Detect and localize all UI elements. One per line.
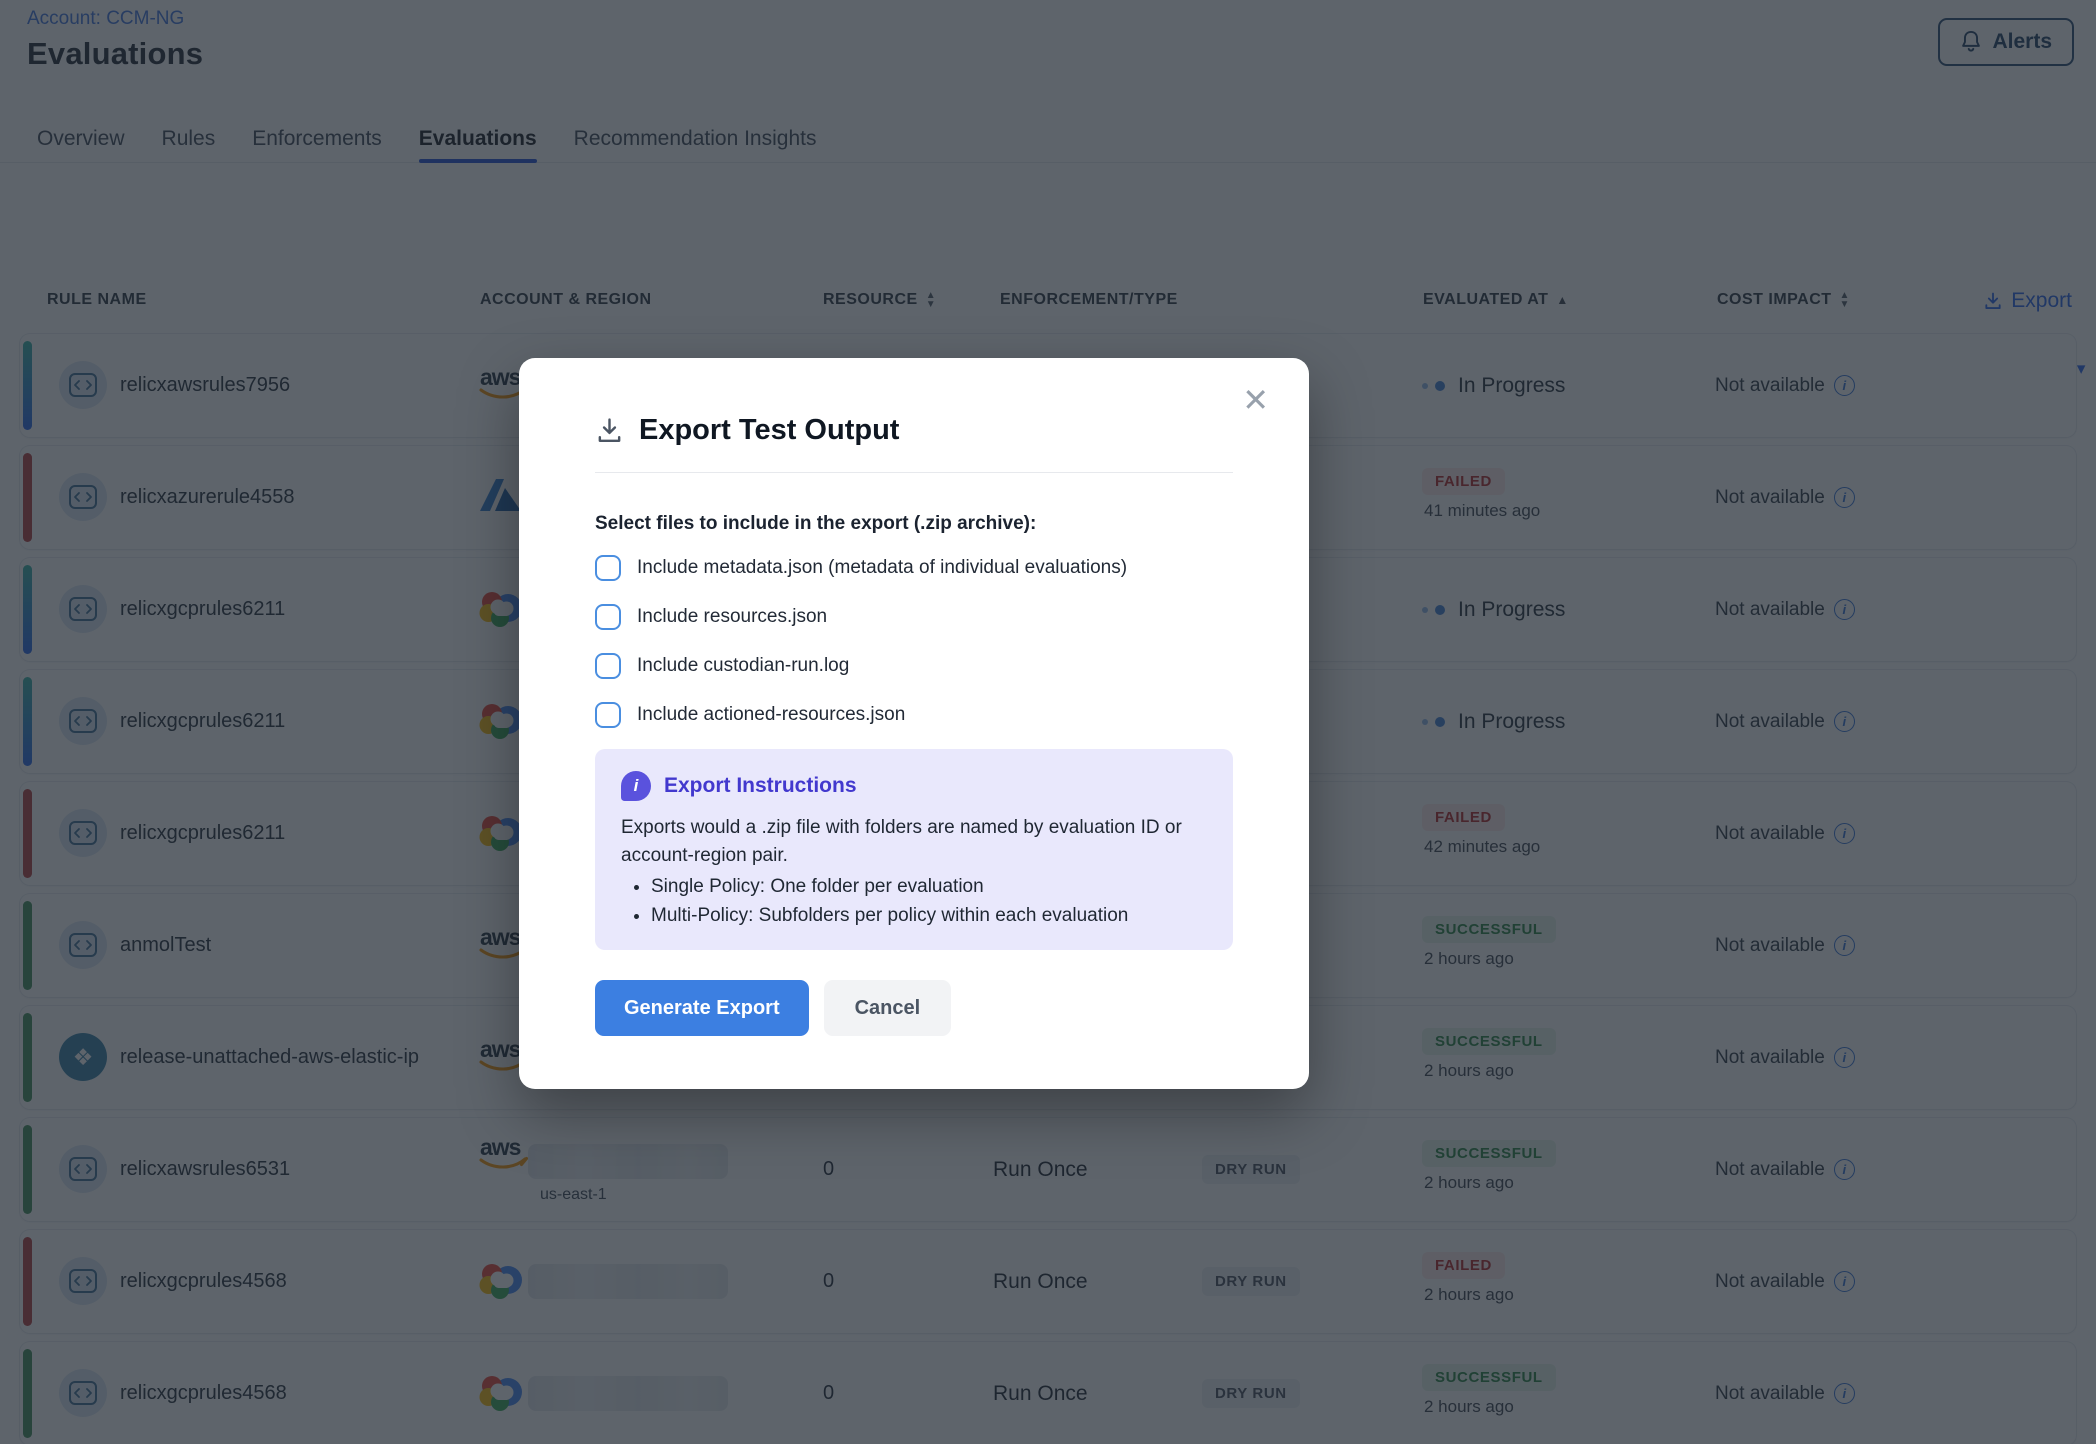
checkbox-include-actioned-resources[interactable]: Include actioned-resources.json bbox=[595, 700, 1233, 730]
modal-title: Export Test Output bbox=[639, 414, 899, 447]
checkbox-label: Include metadata.json (metadata of indiv… bbox=[637, 557, 1127, 579]
modal-title-row: Export Test Output bbox=[595, 412, 1233, 448]
close-icon[interactable]: ✕ bbox=[1242, 384, 1269, 416]
export-instructions-box: i Export Instructions Exports would a .z… bbox=[595, 749, 1233, 950]
checkbox[interactable] bbox=[595, 653, 621, 679]
export-file-options: Include metadata.json (metadata of indiv… bbox=[595, 553, 1233, 730]
checkbox[interactable] bbox=[595, 702, 621, 728]
instructions-body: Exports would a .zip file with folders a… bbox=[621, 814, 1207, 870]
generate-export-button[interactable]: Generate Export bbox=[595, 980, 809, 1036]
instructions-bullet: Single Policy: One folder per evaluation bbox=[651, 872, 1207, 901]
checkbox[interactable] bbox=[595, 604, 621, 630]
select-files-label: Select files to include in the export (.… bbox=[595, 513, 1233, 535]
checkbox-label: Include actioned-resources.json bbox=[637, 704, 905, 726]
instructions-title: Export Instructions bbox=[664, 774, 857, 798]
info-bubble-icon: i bbox=[621, 771, 651, 801]
instructions-bullet: Multi-Policy: Subfolders per policy with… bbox=[651, 901, 1207, 930]
modal-actions: Generate Export Cancel bbox=[595, 980, 1233, 1036]
checkbox-include-custodian-run-log[interactable]: Include custodian-run.log bbox=[595, 651, 1233, 681]
export-test-output-modal: ✕ Export Test Output Select files to inc… bbox=[519, 358, 1309, 1089]
checkbox-label: Include resources.json bbox=[637, 606, 827, 628]
download-icon bbox=[595, 416, 624, 445]
modal-divider bbox=[595, 472, 1233, 473]
checkbox-label: Include custodian-run.log bbox=[637, 655, 849, 677]
checkbox-include-resources[interactable]: Include resources.json bbox=[595, 602, 1233, 632]
checkbox-include-metadata[interactable]: Include metadata.json (metadata of indiv… bbox=[595, 553, 1233, 583]
cancel-button[interactable]: Cancel bbox=[824, 980, 952, 1036]
instructions-bullets: Single Policy: One folder per evaluation… bbox=[651, 872, 1207, 930]
checkbox[interactable] bbox=[595, 555, 621, 581]
